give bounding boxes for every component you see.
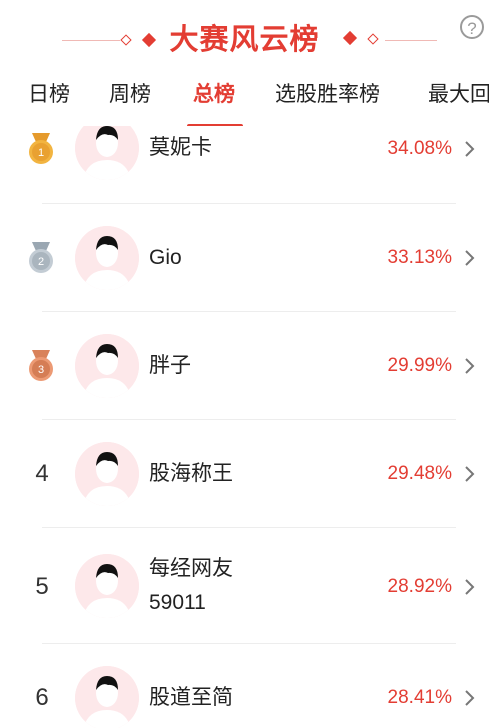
tab-daily[interactable]: 日榜 (28, 78, 70, 112)
user-avatar-icon (75, 226, 139, 290)
user-name: Gio (149, 246, 182, 269)
svg-text:1: 1 (38, 147, 44, 159)
user-name: 胖子 (149, 354, 191, 377)
chevron-right-icon (465, 358, 475, 374)
page-title: 大赛风云榜 (169, 24, 320, 56)
tab-bar: 日榜 周榜 总榜 选股胜率榜 最大回 (0, 78, 489, 126)
win-rate: 28.41% (387, 687, 452, 708)
win-rate: 33.13% (387, 247, 452, 268)
svg-text:3: 3 (38, 364, 44, 376)
list-item[interactable]: 4 股海称王 29.48% (0, 420, 489, 528)
tab-weekly[interactable]: 周榜 (109, 78, 151, 112)
list-item[interactable]: 6 股道至简 28.41% (0, 644, 489, 728)
user-avatar-icon (75, 334, 139, 398)
win-rate: 28.92% (387, 576, 452, 597)
chevron-right-icon (465, 141, 475, 157)
user-name-line2: 59011 (149, 591, 206, 614)
tab-stock-win-rate[interactable]: 选股胜率榜 (275, 78, 380, 112)
list-item[interactable]: 2 Gio 33.13% (0, 204, 489, 312)
avatar (75, 666, 139, 728)
avatar (75, 226, 139, 290)
title-decoration-right (385, 40, 437, 41)
chevron-right-icon (465, 690, 475, 706)
avatar (75, 126, 139, 180)
chevron-right-icon (465, 250, 475, 266)
win-rate: 34.08% (387, 138, 452, 159)
win-rate: 29.48% (387, 463, 452, 484)
user-name: 每经网友 (149, 557, 233, 580)
ranking-list: 1 莫妮卡 34.08% 2 Gio 33.13% 3 胖子 29.99% 4 … (0, 126, 489, 728)
avatar (75, 442, 139, 506)
tab-max-drawdown[interactable]: 最大回 (428, 78, 489, 112)
bronze-medal-icon: 3 (29, 350, 53, 381)
user-avatar-icon (75, 442, 139, 506)
tab-overall[interactable]: 总榜 (193, 78, 235, 112)
help-circle-icon[interactable]: ? (460, 15, 484, 39)
gold-medal-icon: 1 (29, 133, 53, 164)
svg-text:2: 2 (38, 256, 44, 268)
rank-number: 6 (35, 684, 49, 711)
avatar (75, 334, 139, 398)
win-rate: 29.99% (387, 355, 452, 376)
chevron-right-icon (465, 579, 475, 595)
user-avatar-icon (75, 666, 139, 728)
list-item[interactable]: 3 胖子 29.99% (0, 312, 489, 420)
user-name: 莫妮卡 (149, 136, 212, 159)
rank-number: 4 (35, 460, 49, 487)
user-avatar-icon (75, 126, 139, 180)
header: 大赛风云榜 ? (0, 0, 489, 80)
list-item[interactable]: 1 莫妮卡 34.08% (0, 126, 489, 204)
user-avatar-icon (75, 554, 139, 618)
avatar (75, 554, 139, 618)
user-name: 股道至简 (149, 686, 233, 709)
rank-number: 5 (35, 573, 49, 600)
chevron-right-icon (465, 466, 475, 482)
list-item[interactable]: 5 每经网友 59011 28.92% (0, 528, 489, 644)
user-name: 股海称王 (149, 462, 233, 485)
silver-medal-icon: 2 (29, 242, 53, 273)
